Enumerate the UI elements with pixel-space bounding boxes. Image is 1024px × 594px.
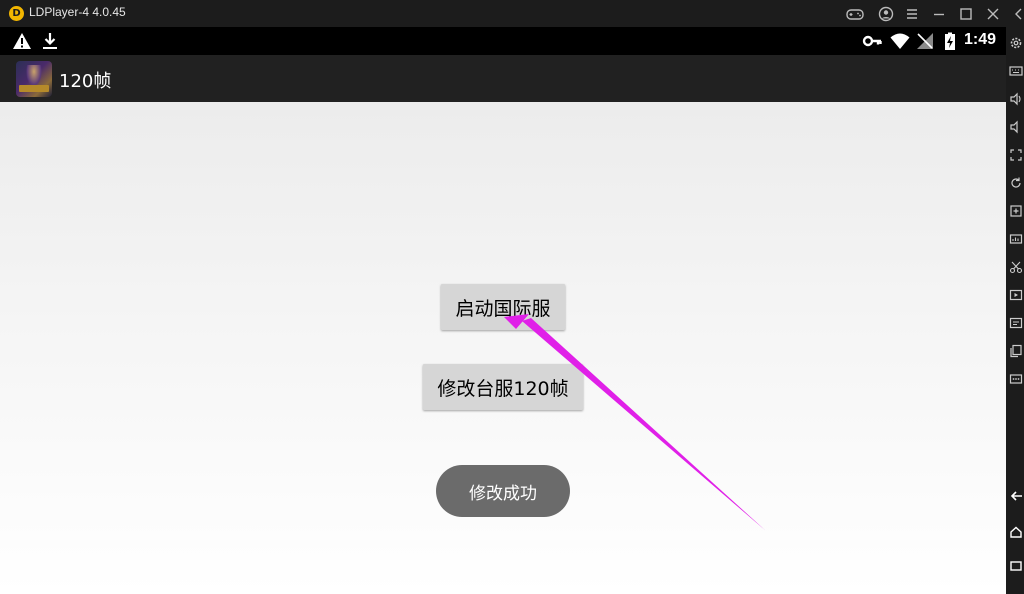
app-action-bar: 120帧 — [0, 55, 1006, 102]
battery-charging-icon — [940, 31, 960, 51]
success-toast: 修改成功 — [436, 465, 570, 517]
emulator-sidebar — [1006, 27, 1024, 594]
download-icon — [40, 31, 60, 51]
status-time: 1:49 — [964, 31, 997, 48]
recents-icon[interactable] — [1009, 558, 1023, 572]
android-status-bar: 1:49 — [0, 27, 1006, 55]
app-game-icon — [16, 61, 52, 97]
vpn-key-icon — [862, 31, 882, 51]
annotation-arrow — [504, 314, 766, 531]
window-titlebar: D LDPlayer-4 4.0.45 — [0, 0, 1024, 27]
record-icon[interactable] — [1009, 287, 1023, 301]
maximize-icon[interactable] — [956, 4, 976, 24]
rotate-icon[interactable] — [1009, 175, 1023, 189]
resize-icon[interactable] — [1009, 147, 1023, 161]
volume-down-icon[interactable] — [1009, 119, 1023, 134]
add-app-icon[interactable] — [1009, 203, 1023, 217]
home-icon[interactable] — [1009, 524, 1023, 538]
wifi-icon — [890, 31, 910, 51]
collapse-sidebar-icon[interactable] — [1008, 4, 1024, 24]
main-content: 启动国际服 修改台服120帧 修改成功 — [0, 102, 1006, 594]
account-icon[interactable] — [876, 4, 896, 24]
multi-window-icon[interactable] — [1009, 343, 1023, 358]
no-signal-icon — [915, 31, 935, 51]
modify-tw-120fps-button[interactable]: 修改台服120帧 — [423, 364, 583, 410]
more-icon[interactable] — [1009, 371, 1023, 385]
ldplayer-logo-icon: D — [9, 6, 24, 21]
screenshot-icon[interactable] — [1009, 231, 1023, 245]
close-icon[interactable] — [983, 4, 1003, 24]
app-title: 120帧 — [59, 71, 112, 92]
minimize-icon[interactable] — [929, 4, 949, 24]
scissors-icon[interactable] — [1009, 259, 1023, 274]
back-icon[interactable] — [1009, 488, 1023, 502]
warning-icon — [12, 31, 32, 51]
keyboard-icon[interactable] — [1009, 63, 1023, 77]
volume-up-icon[interactable] — [1009, 91, 1023, 106]
window-title: LDPlayer-4 4.0.45 — [29, 5, 126, 19]
gamepad-icon[interactable] — [845, 4, 865, 24]
launch-international-server-button[interactable]: 启动国际服 — [441, 284, 565, 330]
settings-icon[interactable] — [1009, 35, 1023, 49]
menu-icon[interactable] — [902, 4, 922, 24]
sync-icon[interactable] — [1009, 315, 1023, 329]
